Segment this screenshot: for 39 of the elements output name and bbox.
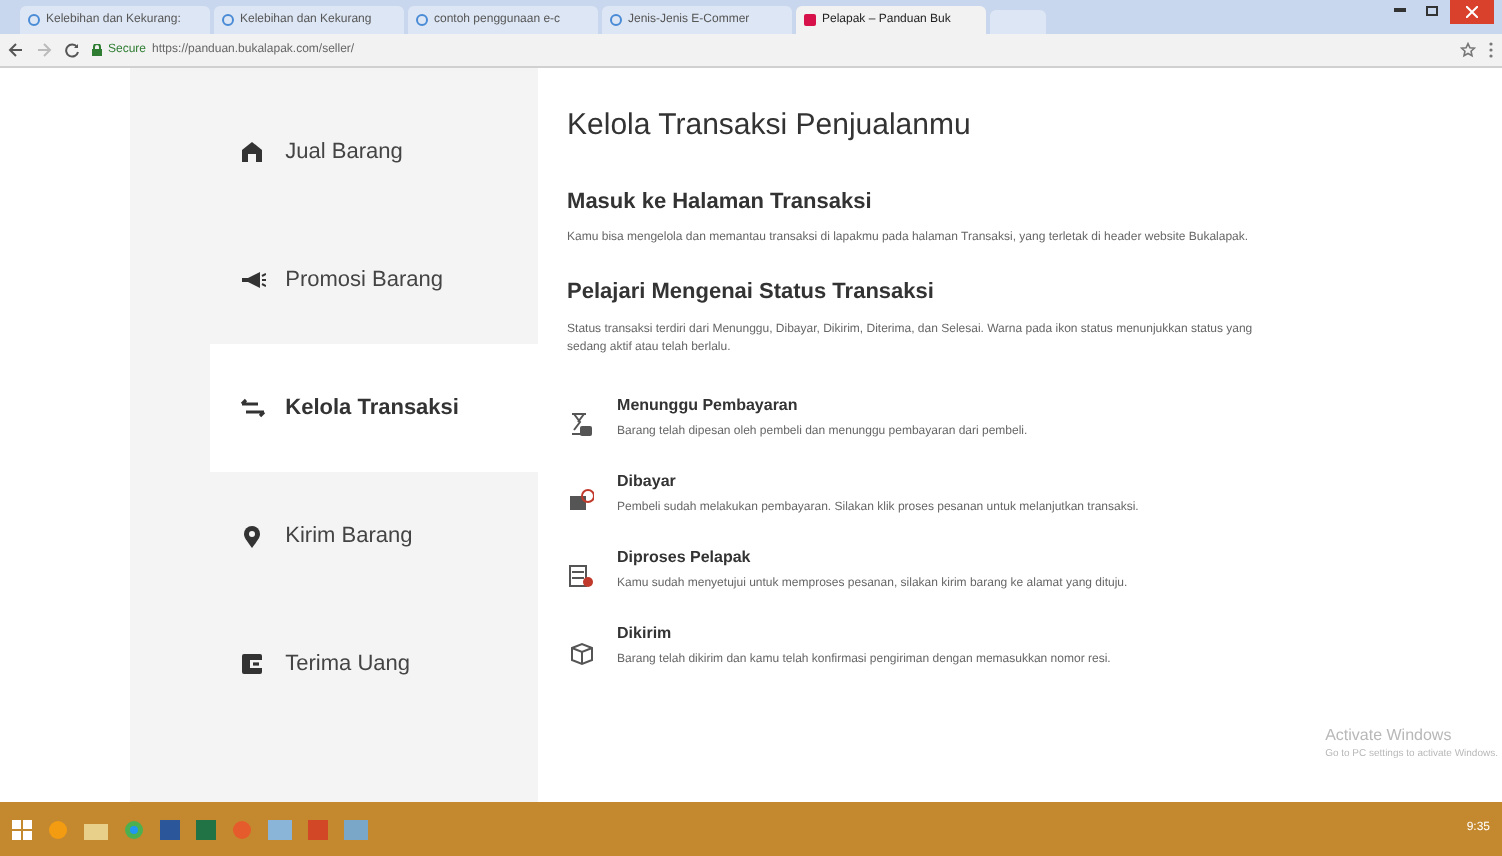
section-heading: Masuk ke Halaman Transaksi (567, 187, 874, 217)
megaphone-icon (239, 268, 266, 292)
wallet-icon (239, 652, 266, 676)
sidebar-item[interactable]: Jual Barang (209, 88, 538, 216)
reload-icon[interactable] (64, 42, 80, 58)
star-icon[interactable] (1460, 42, 1476, 58)
status-title: Menunggu Pembayaran (617, 393, 800, 417)
box-icon (567, 640, 594, 666)
maximize-icon[interactable] (1426, 5, 1438, 15)
sidebar-item[interactable]: Kelola Transaksi (209, 344, 538, 472)
sidebar-item[interactable]: Kirim Barang (209, 472, 538, 600)
window-icon[interactable] (268, 819, 292, 839)
page-title: Kelola Transaksi Penjualanmu (567, 106, 973, 146)
favicon-icon (28, 14, 40, 26)
sidebar-item[interactable]: Promosi Barang (209, 216, 538, 344)
new-tab-button[interactable] (990, 10, 1046, 34)
status-title: Diproses Pelapak (617, 545, 753, 569)
close-button[interactable] (1450, 0, 1494, 24)
favicon-icon (222, 14, 234, 26)
back-icon[interactable] (8, 42, 24, 58)
house-icon (239, 140, 266, 164)
folder-icon[interactable] (84, 819, 108, 839)
location-pin-icon (239, 524, 266, 548)
sidebar-item[interactable]: Terima Uang (209, 600, 538, 728)
activation-notice-title: Activate Windows (1325, 723, 1454, 747)
close-icon (1466, 6, 1478, 18)
arrows-icon (239, 396, 266, 420)
favicon-icon (416, 14, 428, 26)
section-heading: Pelajari Mengenai Status Transaksi (567, 278, 936, 308)
forward-icon[interactable] (36, 42, 52, 58)
windows-icon[interactable] (12, 819, 32, 839)
minimize-icon[interactable] (1394, 8, 1406, 12)
status-title: Dibayar (617, 469, 678, 493)
favicon-icon (610, 14, 622, 26)
menu-icon[interactable] (1488, 42, 1494, 58)
window-icon[interactable] (344, 819, 368, 839)
favicon-icon (804, 14, 816, 26)
lock-icon (92, 44, 102, 56)
status-title: Dikirim (617, 621, 674, 645)
